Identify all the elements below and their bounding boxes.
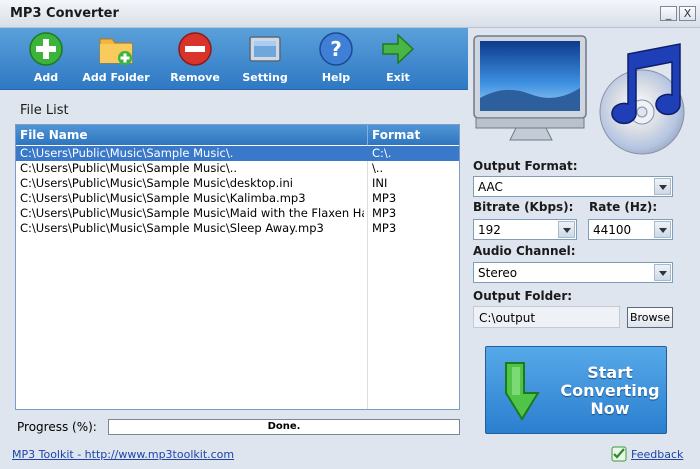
- output-folder-value: C:\output: [479, 311, 536, 325]
- exit-label: Exit: [386, 71, 410, 84]
- output-folder-field[interactable]: C:\output: [473, 306, 620, 328]
- monitor-music-illustration: [468, 28, 700, 156]
- add-label: Add: [33, 71, 59, 84]
- output-format-value: AAC: [478, 180, 503, 194]
- column-header-file-name[interactable]: File Name: [20, 128, 88, 142]
- audio-channel-select[interactable]: Stereo: [473, 262, 673, 283]
- feedback-label: Feedback: [631, 448, 684, 461]
- toolbar: Add Add Folder Remove Setting ? Help Exi…: [0, 28, 468, 90]
- file-name-cell: C:\Users\Public\Music\Sample Music\deskt…: [20, 176, 293, 190]
- exit-button[interactable]: Exit: [360, 31, 436, 87]
- start-converting-button[interactable]: Start Converting Now: [485, 346, 667, 434]
- start-arrow-icon: [505, 362, 540, 421]
- file-list-title: File List: [20, 103, 69, 118]
- start-label-line3: Now: [590, 399, 630, 418]
- format-cell: \..: [372, 161, 384, 175]
- setting-label: Setting: [242, 71, 288, 84]
- file-name-cell: C:\Users\Public\Music\Sample Music\Kalim…: [20, 191, 306, 205]
- window-title: MP3 Converter: [10, 6, 119, 21]
- table-row[interactable]: C:\Users\Public\Music\Sample Music\Kalim…: [16, 191, 459, 206]
- bitrate-label: Bitrate (Kbps):: [473, 200, 574, 214]
- table-row[interactable]: C:\Users\Public\Music\Sample Music\Maid …: [16, 206, 459, 221]
- minimize-button[interactable]: _: [660, 6, 677, 21]
- add-folder-button[interactable]: Add Folder: [78, 31, 154, 87]
- output-format-label: Output Format:: [473, 159, 578, 173]
- svg-text:?: ?: [330, 37, 342, 61]
- format-cell: MP3: [372, 191, 397, 205]
- table-row[interactable]: C:\Users\Public\Music\Sample Music\Sleep…: [16, 221, 459, 236]
- audio-channel-label: Audio Channel:: [473, 244, 576, 258]
- file-list-table[interactable]: File Name Format C:\Users\Public\Music\S…: [15, 124, 460, 410]
- chevron-down-icon: [654, 264, 671, 281]
- close-button[interactable]: X: [679, 6, 696, 21]
- add-button[interactable]: Add: [8, 31, 84, 87]
- website-link[interactable]: MP3 Toolkit - http://www.mp3toolkit.com: [12, 448, 234, 461]
- exit-icon: [382, 33, 415, 65]
- format-cell: C:\.: [372, 146, 392, 160]
- remove-button[interactable]: Remove: [157, 31, 233, 87]
- file-name-cell: C:\Users\Public\Music\Sample Music\..: [20, 161, 238, 175]
- rate-value: 44100: [593, 223, 632, 237]
- chevron-down-icon: [654, 178, 671, 195]
- help-icon: ?: [319, 32, 353, 66]
- start-label-line2: Converting: [560, 381, 660, 400]
- add-icon: [29, 32, 63, 66]
- remove-label: Remove: [170, 71, 220, 84]
- format-cell: MP3: [372, 206, 397, 220]
- rate-label: Rate (Hz):: [589, 200, 658, 214]
- progress-label: Progress (%):: [17, 420, 97, 434]
- file-name-cell: C:\Users\Public\Music\Sample Music\Maid …: [20, 206, 364, 220]
- setting-button[interactable]: Setting: [227, 31, 303, 87]
- table-header: File Name Format: [16, 125, 459, 145]
- setting-icon: [249, 36, 281, 62]
- chevron-down-icon: [654, 221, 671, 238]
- add-folder-label: Add Folder: [82, 71, 150, 84]
- bitrate-select[interactable]: 192: [473, 219, 577, 240]
- table-row[interactable]: C:\Users\Public\Music\Sample Music\deskt…: [16, 176, 459, 191]
- output-format-select[interactable]: AAC: [473, 176, 673, 197]
- table-row[interactable]: C:\Users\Public\Music\Sample Music\.. \.…: [16, 161, 459, 176]
- format-cell: INI: [372, 176, 388, 190]
- header-divider: [367, 125, 368, 145]
- add-folder-icon: [99, 38, 133, 65]
- progress-status: Done.: [267, 421, 301, 432]
- output-folder-label: Output Folder:: [473, 289, 573, 303]
- progress-bar: Done.: [108, 419, 460, 435]
- bitrate-value: 192: [478, 223, 501, 237]
- rate-select[interactable]: 44100: [588, 219, 673, 240]
- file-name-cell: C:\Users\Public\Music\Sample Music\.: [20, 146, 234, 160]
- audio-channel-value: Stereo: [478, 266, 518, 280]
- checkmark-icon: [611, 446, 627, 462]
- remove-icon: [178, 32, 212, 66]
- table-row[interactable]: C:\Users\Public\Music\Sample Music\. C:\…: [16, 146, 459, 161]
- start-label-line1: Start: [587, 363, 633, 382]
- file-name-cell: C:\Users\Public\Music\Sample Music\Sleep…: [20, 221, 324, 235]
- chevron-down-icon: [558, 221, 575, 238]
- column-header-format[interactable]: Format: [372, 128, 420, 142]
- format-cell: MP3: [372, 221, 397, 235]
- title-bar: MP3 Converter _ X: [0, 0, 700, 28]
- browse-button[interactable]: Browse: [627, 307, 673, 328]
